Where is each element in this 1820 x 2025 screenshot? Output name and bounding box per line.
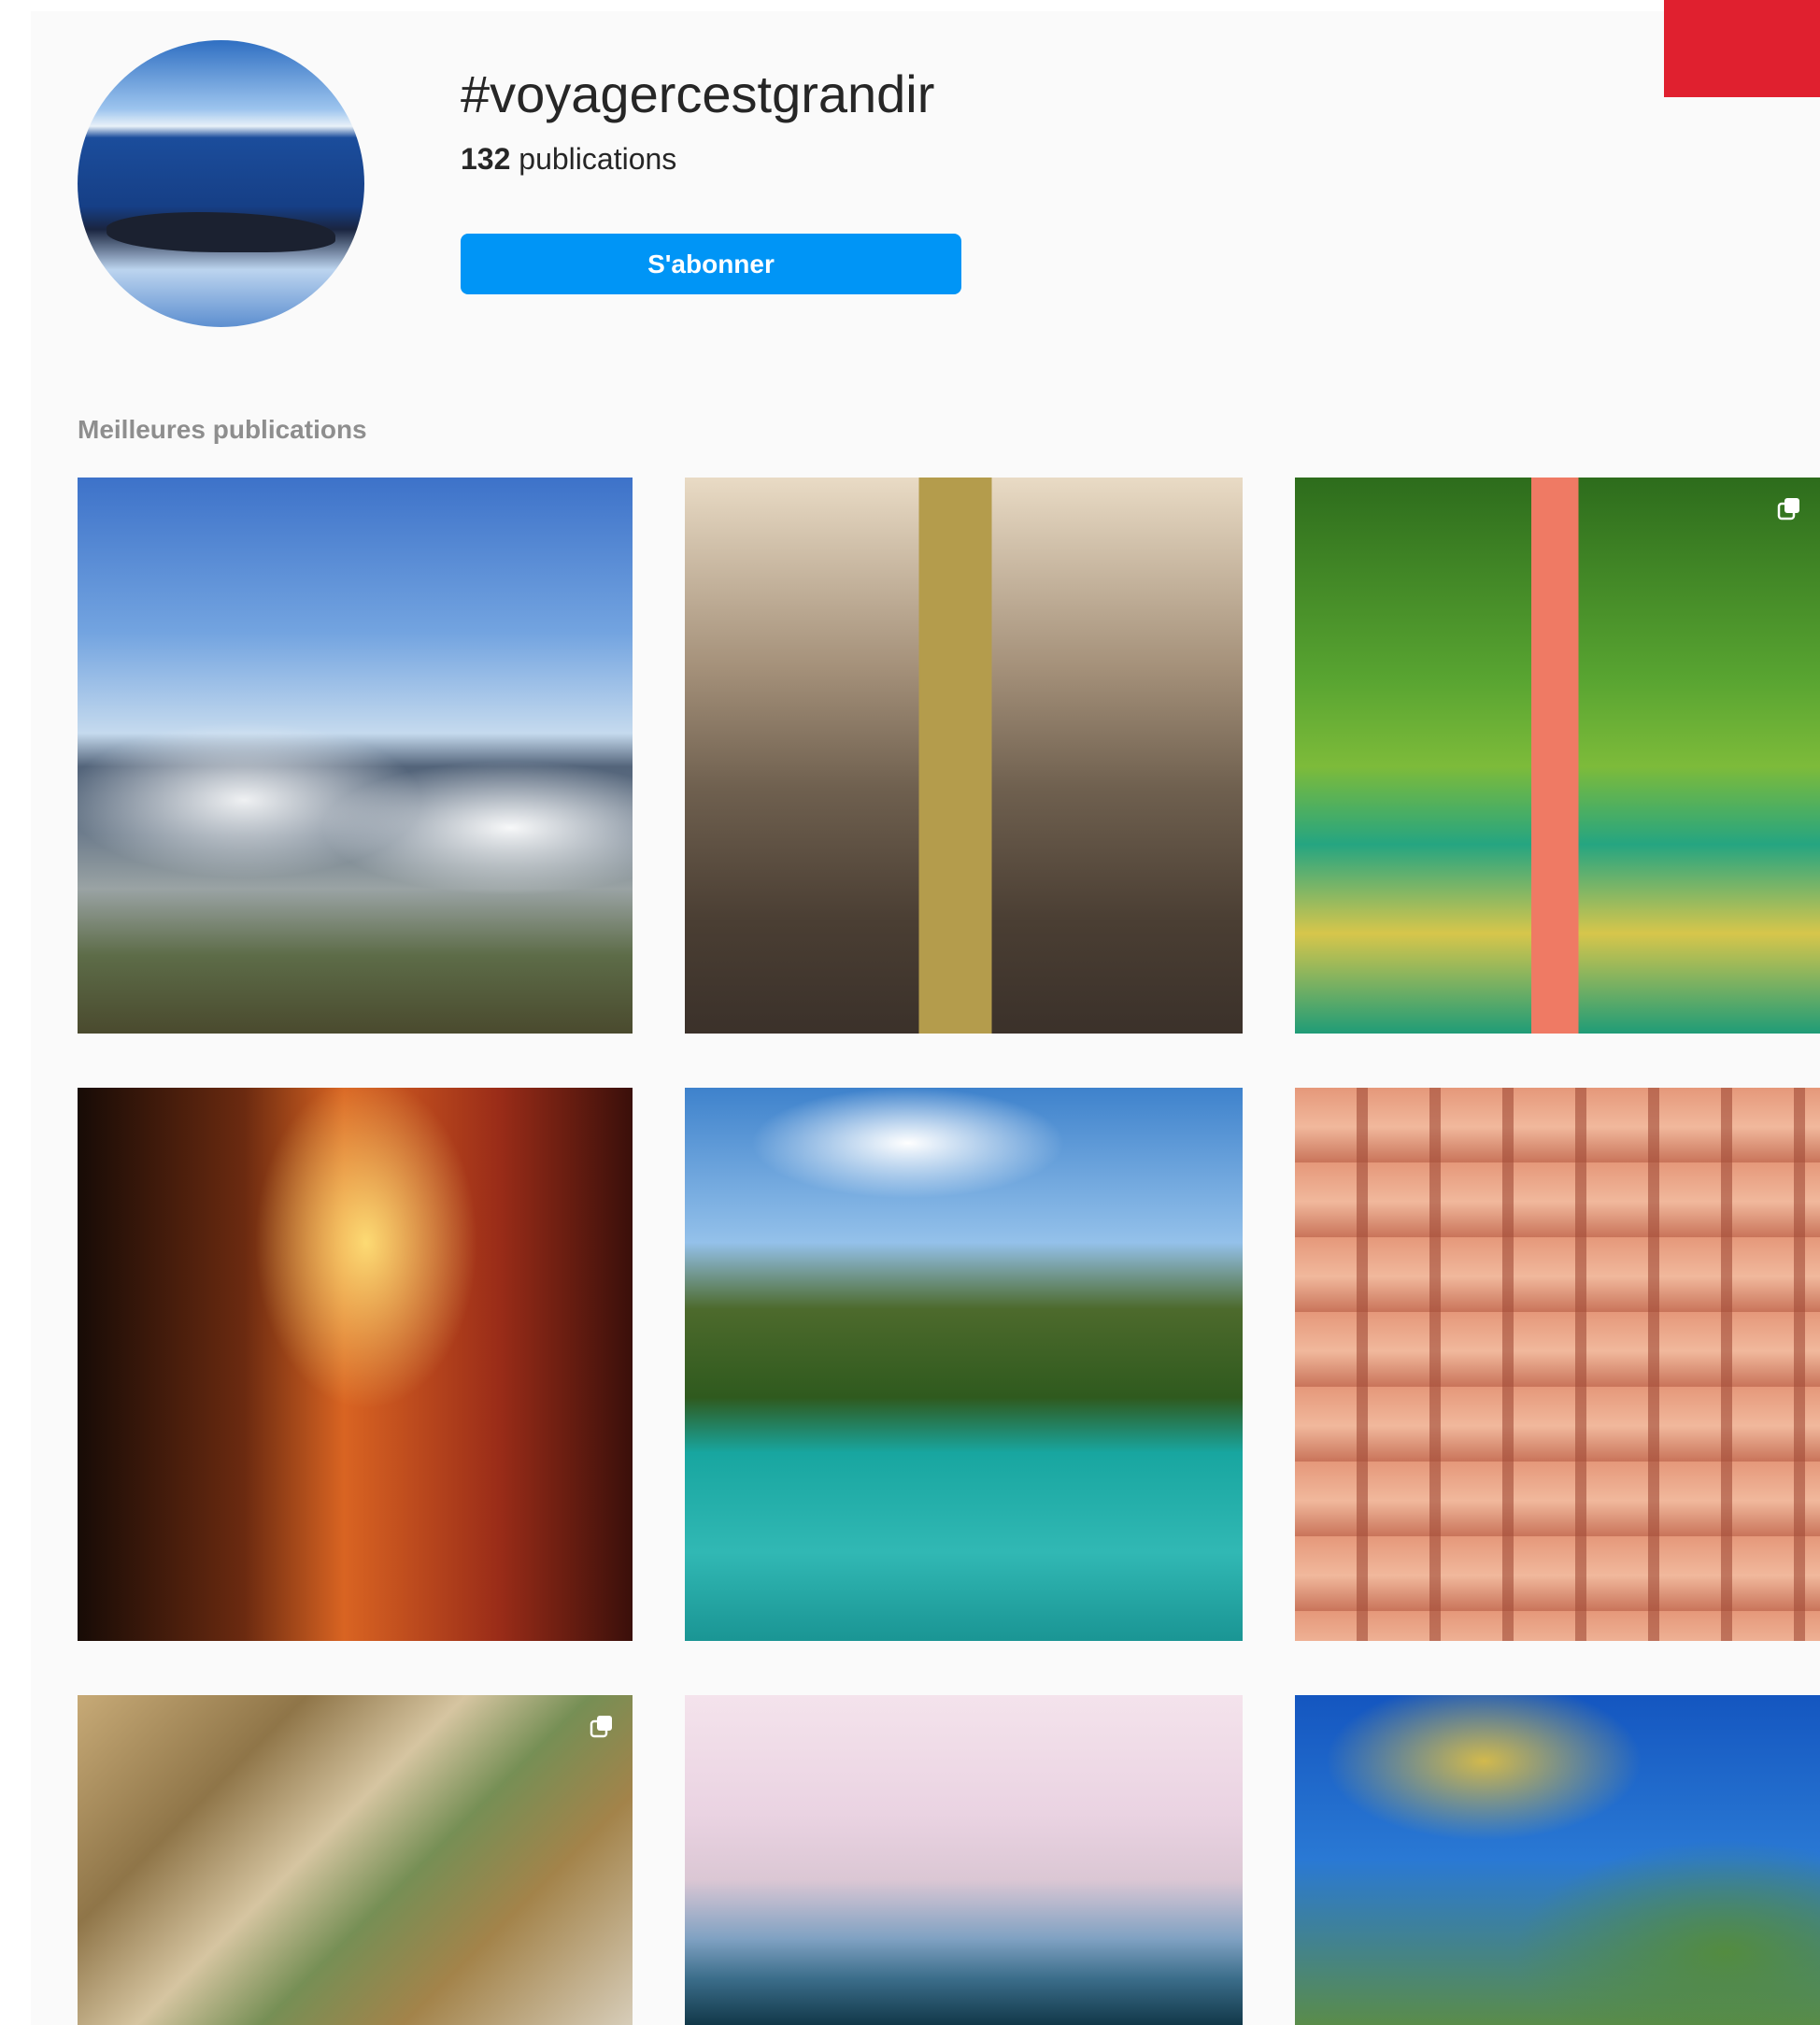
post-count-label: publications: [519, 142, 677, 176]
post-tile[interactable]: [685, 1088, 1243, 1641]
post-tile[interactable]: [78, 1695, 633, 2025]
top-posts-heading: Meilleures publications: [78, 415, 367, 444]
post-tile[interactable]: [1295, 1695, 1820, 2025]
post-tile[interactable]: [685, 478, 1243, 1034]
hashtag-avatar: [78, 40, 364, 327]
post-count: 132 publications: [461, 140, 676, 178]
subscribe-button[interactable]: S'abonner: [461, 234, 961, 294]
post-tile[interactable]: [685, 1695, 1243, 2025]
post-tile[interactable]: [78, 1088, 633, 1641]
avatar-shore: [106, 212, 336, 253]
post-tile[interactable]: [78, 478, 633, 1034]
post-tile[interactable]: [1295, 1088, 1820, 1641]
corner-red-block: [1664, 0, 1820, 97]
carousel-icon: [590, 1716, 612, 1738]
post-count-number: 132: [461, 142, 511, 176]
hashtag-title: #voyagercestgrandir: [461, 64, 935, 123]
carousel-icon: [1777, 498, 1799, 521]
post-tile[interactable]: [1295, 478, 1820, 1034]
